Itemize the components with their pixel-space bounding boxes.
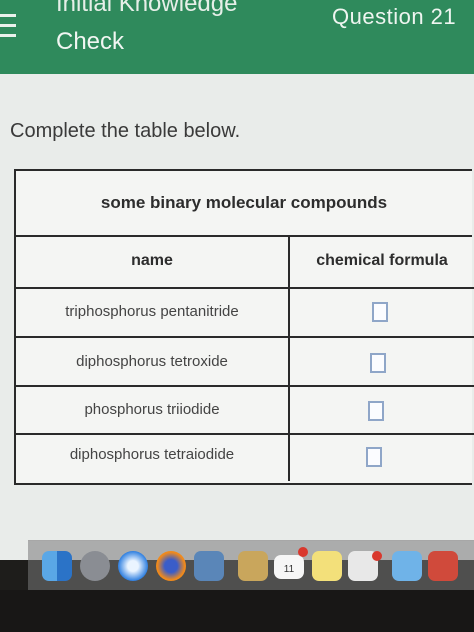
mac-dock: 11 — [28, 540, 474, 591]
row-1-name: triphosphorus pentanitride — [16, 287, 288, 338]
formula-input[interactable] — [368, 401, 384, 421]
row-3-formula-cell — [288, 387, 474, 435]
assignment-title-line2: Check — [56, 28, 125, 55]
instruction-text: Complete the table below. — [10, 120, 241, 142]
finder-icon[interactable] — [42, 551, 72, 581]
column-header-name: name — [16, 235, 288, 289]
stickies-icon[interactable] — [312, 551, 342, 581]
calendar-icon[interactable]: 11 — [274, 555, 304, 579]
photo-booth-icon[interactable] — [428, 551, 458, 581]
safari-icon[interactable] — [118, 551, 148, 581]
row-2-formula-cell — [288, 338, 474, 387]
launchpad-icon[interactable] — [80, 551, 110, 581]
calendar-badge — [298, 547, 308, 557]
notes-app-icon[interactable] — [238, 551, 268, 581]
assignment-title-line1: Initial Knowledge — [56, 0, 238, 17]
firefox-icon[interactable] — [156, 551, 186, 581]
row-4-formula-cell — [288, 435, 474, 481]
question-label: Question 21 — [332, 4, 457, 29]
row-1-formula-cell — [288, 287, 474, 338]
reminders-badge — [372, 551, 382, 561]
messages-icon[interactable] — [392, 551, 422, 581]
top-bar: Initial Knowledge Check Question 21 — [0, 0, 474, 74]
formula-input[interactable] — [366, 447, 382, 467]
row-2-name: diphosphorus tetroxide — [16, 338, 288, 387]
compounds-table: some binary molecular compounds name che… — [14, 169, 474, 485]
hamburger-menu-icon[interactable] — [0, 14, 18, 42]
screen: Initial Knowledge Check Question 21 Comp… — [0, 0, 474, 560]
preview-icon[interactable] — [194, 551, 224, 581]
column-header-formula: chemical formula — [288, 235, 474, 289]
formula-input[interactable] — [370, 353, 386, 373]
row-4-name: diphosphorus tetraiodide — [69, 446, 235, 463]
row-3-name: phosphorus triiodide — [16, 387, 288, 435]
formula-input[interactable] — [372, 302, 388, 322]
table-caption: some binary molecular compounds — [16, 171, 472, 237]
monitor-bezel — [0, 590, 474, 632]
